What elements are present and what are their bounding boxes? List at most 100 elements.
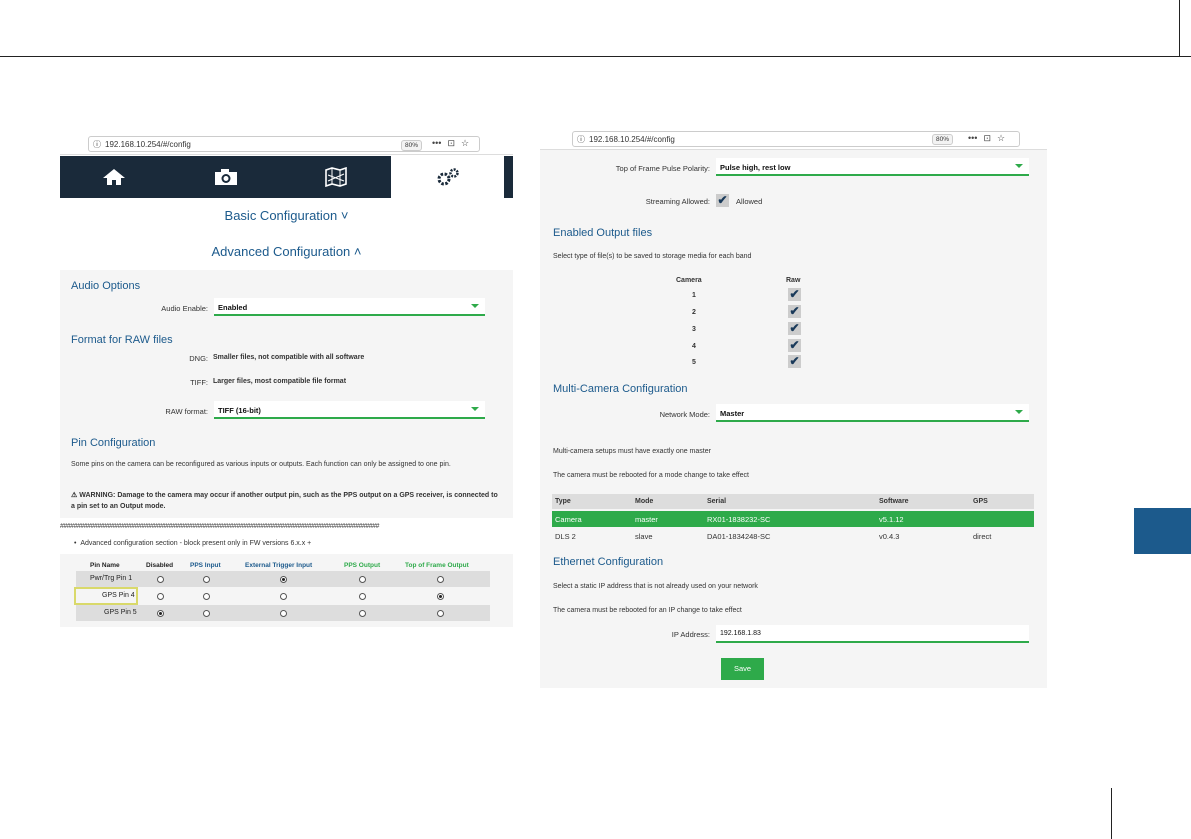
pin-name-2: GPS Pin 4 bbox=[102, 592, 135, 599]
streaming-value: Allowed bbox=[736, 197, 763, 206]
dng-text: Smaller files, not compatible with all s… bbox=[213, 354, 365, 361]
advanced-panel: Audio Options Audio Enable: Enabled Form… bbox=[60, 270, 513, 518]
col-gps: GPS bbox=[973, 498, 988, 505]
ethernet-section-title: Ethernet Configuration bbox=[553, 556, 664, 568]
ethernet-note-1: Select a static IP address that is not a… bbox=[553, 583, 758, 590]
ip-input[interactable]: 192.168.1.83 bbox=[716, 625, 1029, 643]
info-icon: ⓘ bbox=[93, 139, 101, 149]
table-row[interactable]: Camera master RX01-1838232-SC v5.1.12 bbox=[552, 511, 1034, 527]
basic-config-heading[interactable]: Basic Configuration ˅ bbox=[60, 208, 513, 223]
audio-value: Enabled bbox=[218, 303, 248, 312]
nav-settings[interactable] bbox=[391, 156, 504, 198]
streaming-label: Streaming Allowed: bbox=[645, 197, 710, 206]
settings-icon bbox=[437, 168, 459, 186]
pin-header-pps-output: PPS Output bbox=[344, 562, 381, 569]
network-mode-value: Master bbox=[720, 409, 745, 418]
pin-name-1: Pwr/Trg Pin 1 bbox=[90, 575, 133, 582]
left-screenshot: ⓘ 192.168.10.254/#/config 80% ••• ⊡ ☆ Ba… bbox=[60, 133, 513, 627]
pin-table: Pin Name Disabled PPS Input External Tri… bbox=[74, 558, 490, 621]
radio-pin5-disabled[interactable] bbox=[157, 610, 164, 617]
col-serial: Serial bbox=[707, 498, 727, 505]
raw-checkbox-1[interactable]: ✔ bbox=[788, 288, 801, 301]
hash-divider: ########################################… bbox=[60, 523, 379, 530]
cell-serial: RX01-1838232-SC bbox=[707, 515, 771, 524]
zoom-badge[interactable]: 80% bbox=[932, 134, 954, 145]
more-icon[interactable]: ••• bbox=[432, 138, 441, 149]
pin-header-name: Pin Name bbox=[90, 562, 120, 569]
cell-type: DLS 2 bbox=[555, 532, 576, 541]
tof-label: Top of Frame Pulse Polarity: bbox=[615, 164, 710, 173]
pocket-icon[interactable]: ⊡ bbox=[983, 133, 991, 144]
raw-header: Raw bbox=[786, 277, 801, 284]
bullet-note: • Advanced configuration section - block… bbox=[74, 540, 311, 547]
ip-value: 192.168.1.83 bbox=[720, 630, 761, 637]
radio-pin5-pps-output[interactable] bbox=[359, 610, 366, 617]
browser-bar: ⓘ 192.168.10.254/#/config 80% ••• ⊡ ☆ bbox=[540, 128, 1047, 150]
output-section-title: Enabled Output files bbox=[553, 227, 653, 239]
radio-pin4-tof-output[interactable] bbox=[437, 593, 444, 600]
footer-rule bbox=[1111, 788, 1112, 839]
audio-select[interactable]: Enabled bbox=[214, 298, 485, 316]
radio-pin1-ext-trigger[interactable] bbox=[280, 576, 287, 583]
zoom-badge[interactable]: 80% bbox=[401, 140, 423, 151]
more-icon[interactable]: ••• bbox=[968, 133, 977, 144]
radio-pin5-pps-input[interactable] bbox=[203, 610, 210, 617]
nav-map[interactable] bbox=[282, 156, 390, 198]
pin-header-tof-output: Top of Frame Output bbox=[405, 562, 469, 569]
radio-pin4-pps-input[interactable] bbox=[203, 593, 210, 600]
raw-checkbox-4[interactable]: ✔ bbox=[788, 339, 801, 352]
cell-software: v5.1.12 bbox=[879, 515, 904, 524]
cell-mode: master bbox=[635, 515, 658, 524]
col-software: Software bbox=[879, 498, 909, 505]
col-mode: Mode bbox=[635, 498, 654, 505]
cell-serial: DA01-1834248-SC bbox=[707, 532, 771, 541]
pocket-icon[interactable]: ⊡ bbox=[447, 138, 455, 149]
radio-pin5-tof-output[interactable] bbox=[437, 610, 444, 617]
pin-table-panel: Pin Name Disabled PPS Input External Tri… bbox=[60, 554, 513, 627]
header-tick bbox=[1179, 0, 1180, 56]
audio-label: Audio Enable: bbox=[161, 304, 208, 313]
camera-number: 2 bbox=[692, 309, 696, 316]
pin-warning: ⚠ WARNING: Damage to the camera may occu… bbox=[71, 492, 498, 510]
right-screenshot: ⓘ 192.168.10.254/#/config 80% ••• ⊡ ☆ To… bbox=[540, 128, 1047, 688]
camera-number: 3 bbox=[692, 326, 696, 333]
raw-format-select[interactable]: TIFF (16-bit) bbox=[214, 401, 485, 419]
star-icon[interactable]: ☆ bbox=[461, 138, 469, 149]
nav-camera[interactable] bbox=[172, 156, 280, 198]
radio-pin1-disabled[interactable] bbox=[157, 576, 164, 583]
tof-select[interactable]: Pulse high, rest low bbox=[716, 158, 1029, 176]
star-icon[interactable]: ☆ bbox=[997, 133, 1005, 144]
ethernet-note-2: The camera must be rebooted for an IP ch… bbox=[553, 607, 742, 614]
multi-section-title: Multi-Camera Configuration bbox=[553, 383, 688, 395]
browser-icons: ••• ⊡ ☆ bbox=[968, 133, 1005, 144]
nav-home[interactable] bbox=[60, 156, 168, 198]
streaming-checkbox[interactable]: ✔ bbox=[716, 194, 729, 207]
table-row[interactable]: DLS 2 slave DA01-1834248-SC v0.4.3 direc… bbox=[552, 528, 1034, 544]
chapter-tab bbox=[1134, 508, 1191, 554]
radio-pin1-pps-output[interactable] bbox=[359, 576, 366, 583]
radio-pin4-ext-trigger[interactable] bbox=[280, 593, 287, 600]
ip-label: IP Address: bbox=[671, 630, 710, 639]
cell-software: v0.4.3 bbox=[879, 532, 900, 541]
raw-checkbox-2[interactable]: ✔ bbox=[788, 305, 801, 318]
advanced-config-heading[interactable]: Advanced Configuration ˄ bbox=[60, 244, 513, 259]
device-table: Type Mode Serial Software GPS Camera mas… bbox=[552, 494, 1034, 544]
map-icon bbox=[325, 167, 347, 187]
raw-format-label: RAW format: bbox=[165, 407, 208, 416]
tiff-text: Larger files, most compatible file forma… bbox=[213, 378, 347, 385]
network-mode-select[interactable]: Master bbox=[716, 404, 1029, 422]
bullet-text: Advanced configuration section - block p… bbox=[80, 540, 312, 547]
radio-pin4-pps-output[interactable] bbox=[359, 593, 366, 600]
chevron-down-icon bbox=[1015, 410, 1023, 414]
raw-checkbox-3[interactable]: ✔ bbox=[788, 322, 801, 335]
device-table-header bbox=[552, 494, 1034, 509]
raw-checkbox-5[interactable]: ✔ bbox=[788, 355, 801, 368]
radio-pin1-tof-output[interactable] bbox=[437, 576, 444, 583]
cell-type: Camera bbox=[555, 515, 582, 524]
pin-header-pps-input: PPS Input bbox=[190, 562, 221, 569]
pin-name-3: GPS Pin 5 bbox=[104, 609, 137, 616]
radio-pin1-pps-input[interactable] bbox=[203, 576, 210, 583]
radio-pin5-ext-trigger[interactable] bbox=[280, 610, 287, 617]
radio-pin4-disabled[interactable] bbox=[157, 593, 164, 600]
save-button[interactable]: Save bbox=[721, 658, 764, 680]
